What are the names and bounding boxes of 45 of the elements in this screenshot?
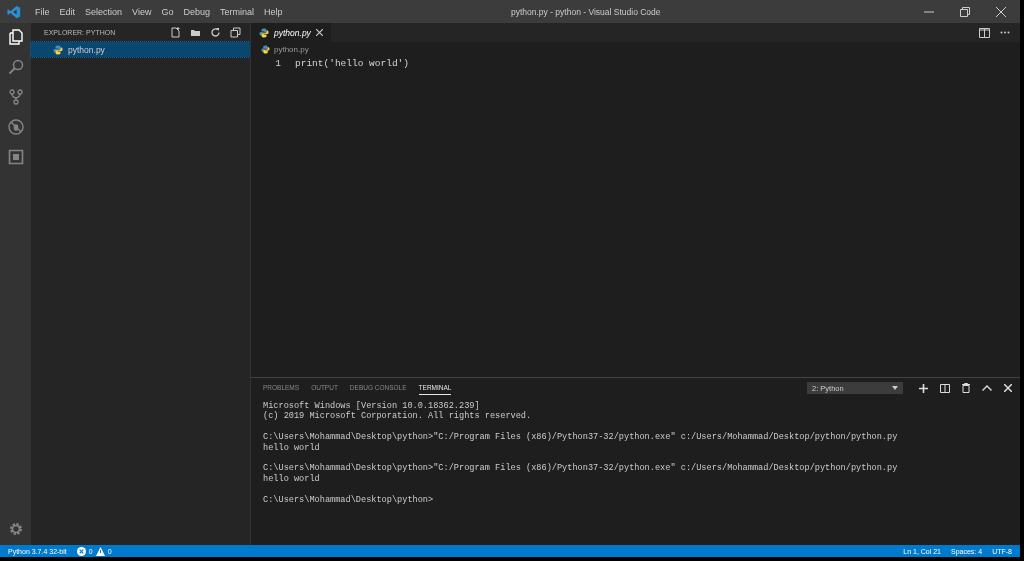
- python-file-icon: [261, 44, 270, 54]
- code-line: print('hello world'): [295, 57, 410, 69]
- menu-item[interactable]: File: [30, 6, 55, 17]
- explorer-row[interactable]: python.py: [31, 42, 250, 57]
- menu-item[interactable]: Debug: [178, 6, 215, 17]
- new-folder-icon[interactable]: [190, 27, 201, 38]
- close-icon[interactable]: [996, 6, 1006, 17]
- refresh-icon[interactable]: [210, 27, 221, 38]
- split-editor-icon[interactable]: [979, 27, 990, 38]
- caret-icon: [892, 386, 898, 390]
- new-file-icon[interactable]: [170, 27, 181, 38]
- trash-icon[interactable]: [962, 383, 970, 393]
- menu-item[interactable]: Selection: [80, 6, 128, 17]
- split-terminal-icon[interactable]: [940, 383, 950, 393]
- search-icon[interactable]: [7, 59, 24, 75]
- menu-item[interactable]: Go: [156, 6, 179, 17]
- window-title: python.py - python - Visual Studio Code: [509, 6, 662, 17]
- plus-icon[interactable]: [919, 383, 928, 393]
- files-icon[interactable]: [7, 29, 24, 45]
- python-file-icon: [53, 44, 63, 55]
- terminal-line: hello world: [263, 442, 320, 453]
- terminal-line: C:\Users\Mohammad\Desktop\python>"C:/Program Files (x86)/Python37-32/python.exe" c:/Users/Mohammad/Desktop/python/python.py: [263, 463, 898, 474]
- line-number: 1: [274, 57, 281, 69]
- close-icon[interactable]: [315, 29, 323, 36]
- restore-icon[interactable]: [960, 6, 970, 17]
- terminal-line: C:\Users\Mohammad\Desktop\python>: [263, 494, 434, 505]
- menu-item[interactable]: Edit: [54, 6, 81, 17]
- menu-item[interactable]: Terminal: [214, 6, 259, 17]
- app-logo-icon: [7, 4, 21, 19]
- chevron-up-icon[interactable]: [982, 385, 992, 391]
- close-icon[interactable]: [1004, 384, 1012, 392]
- extensions-icon[interactable]: [7, 149, 24, 165]
- collapse-all-icon[interactable]: [230, 27, 241, 38]
- breadcrumb-item[interactable]: python.py: [274, 44, 309, 54]
- terminal-line: C:\Users\Mohammad\Desktop\python>"C:/Program Files (x86)/Python37-32/python.exe" c:/Users/Mohammad/Desktop/python/python.py: [263, 432, 898, 443]
- menu-item[interactable]: Help: [259, 6, 288, 17]
- menu-item[interactable]: View: [127, 6, 157, 17]
- terminal-line: Microsoft Windows [Version 10.0.18362.239]: [263, 401, 480, 411]
- terminal-line: hello world: [263, 473, 320, 484]
- terminal-line: (c) 2019 Microsoft Corporation. All rights reserved.: [263, 411, 532, 422]
- editor-tab[interactable]: python.py: [251, 23, 331, 42]
- python-file-icon: [259, 27, 269, 38]
- source-control-icon[interactable]: [7, 89, 24, 105]
- no-bug-icon[interactable]: [7, 119, 24, 135]
- settings-icon[interactable]: [7, 521, 24, 537]
